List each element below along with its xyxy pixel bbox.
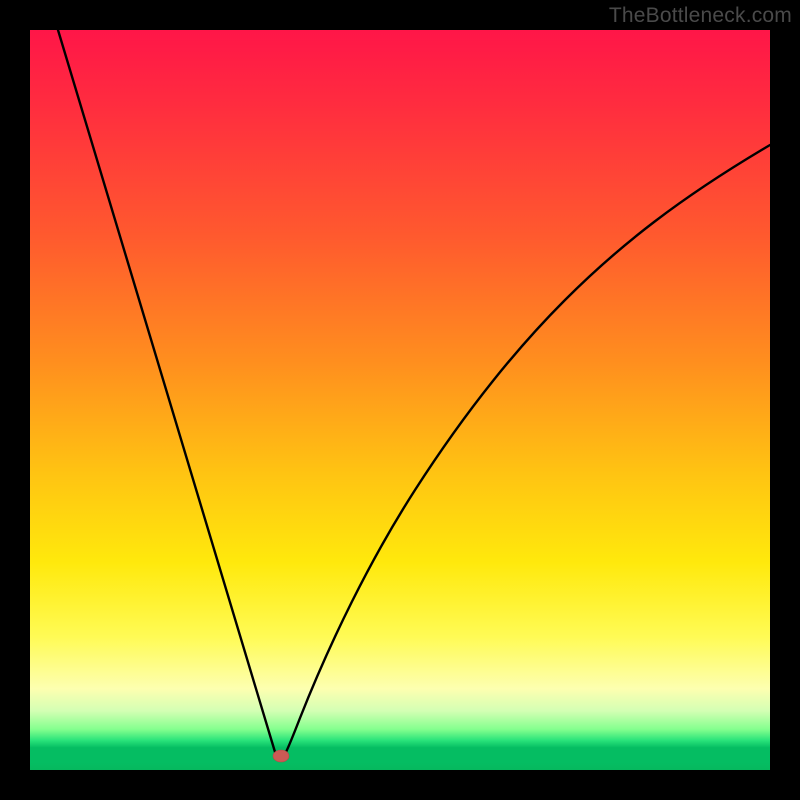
plot-area [30, 30, 770, 770]
bottleneck-curve [30, 30, 770, 770]
curve-path [58, 30, 770, 756]
chart-frame: TheBottleneck.com [0, 0, 800, 800]
min-marker [273, 750, 289, 762]
watermark-text: TheBottleneck.com [609, 4, 792, 28]
